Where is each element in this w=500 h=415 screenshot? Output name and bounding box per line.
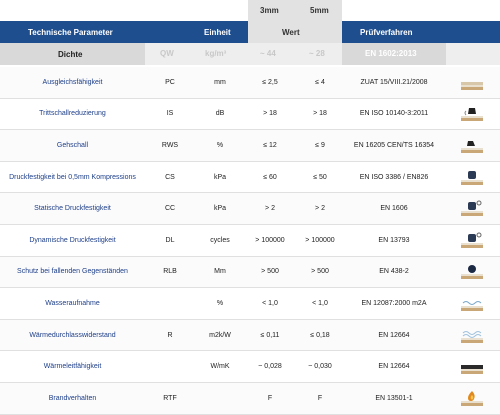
cell-v3: ~ 0,028 xyxy=(258,363,282,371)
cell-code: CS xyxy=(165,173,175,181)
cell-v3: ≤ 2,5 xyxy=(262,78,278,86)
cell-method: EN 12664 xyxy=(378,331,410,339)
cell-v3: > 500 xyxy=(261,268,279,276)
cell-v5: > 18 xyxy=(313,110,327,118)
cell-v5: < 1,0 xyxy=(312,300,328,307)
cell-method: EN ISO 10140-3:2011 xyxy=(359,110,429,118)
cell-unit: dB xyxy=(215,110,225,118)
cell-v3: > 2 xyxy=(265,205,275,213)
cell-code: RWS xyxy=(161,142,179,149)
cell-v3: > 18 xyxy=(263,110,277,118)
water-absorption-icon xyxy=(461,295,483,313)
cell-name: Statische Druckfestigkeit xyxy=(34,205,111,213)
walking-sound-icon xyxy=(461,137,483,155)
cell-code: R xyxy=(167,331,173,339)
cell-v5: ≤ 50 xyxy=(313,173,327,181)
cell-v3: < 1,0 xyxy=(262,300,278,307)
subheader-code: QW xyxy=(160,49,174,58)
cell-v3: > 100000 xyxy=(255,236,285,244)
compression-weight-icon xyxy=(461,169,483,187)
cell-unit: kPa xyxy=(213,205,227,213)
dynamic-load-icon xyxy=(461,232,483,250)
cell-v3: ≤ 60 xyxy=(263,173,277,181)
cell-v5: F xyxy=(317,394,323,402)
cell-method: EN 16205 CEN/TS 16354 xyxy=(353,142,435,149)
cell-name: Schutz bei fallenden Gegenständen xyxy=(17,268,128,276)
cell-method: EN 438-2 xyxy=(379,268,409,276)
impact-sound-icon xyxy=(461,105,483,123)
cell-name: Ausgleichsfähigkeit xyxy=(42,78,103,86)
cell-unit: m2k/W xyxy=(209,331,231,339)
cell-unit: Mm xyxy=(214,268,226,276)
cell-code: DL xyxy=(165,236,175,244)
cell-name: Wärmedurchlasswiderstand xyxy=(29,331,116,339)
cell-method: EN 12087:2000 m2A xyxy=(361,300,427,307)
cell-v5: > 2 xyxy=(315,205,325,213)
subheader-name: Dichte xyxy=(58,50,83,59)
cell-method: EN 1606 xyxy=(380,205,408,213)
subheader-method: EN 1602:2013 xyxy=(365,49,417,58)
cell-v5: ≤ 9 xyxy=(315,142,325,149)
cell-name: Trittschallreduzierung xyxy=(39,110,106,118)
cell-unit: % xyxy=(216,300,224,307)
header-unit: Einheit xyxy=(204,28,231,37)
cell-unit: kPa xyxy=(213,173,227,181)
cell-code: PC xyxy=(165,78,175,86)
cell-method: EN 12664 xyxy=(378,363,410,371)
fire-icon xyxy=(461,390,483,408)
cell-name: Gehschall xyxy=(56,142,89,149)
falling-ball-icon xyxy=(461,263,483,281)
cell-name: Druckfestigkeit bei 0,5mm Kompressions xyxy=(9,173,136,181)
cell-method: ZUAT 15/VIII.21/2008 xyxy=(360,78,428,86)
cell-name: Brandverhalten xyxy=(48,394,97,402)
cell-name: Wasseraufnahme xyxy=(45,300,100,307)
heat-resistance-icon xyxy=(461,327,483,345)
cell-unit: cycles xyxy=(210,236,230,244)
static-load-icon xyxy=(461,200,483,218)
cell-name: Wärmeleitfähigkeit xyxy=(43,363,102,371)
cell-v5: ≤ 4 xyxy=(315,78,325,86)
cell-unit: W/mK xyxy=(210,363,230,371)
col-5mm-label: 5mm xyxy=(310,6,329,15)
header-param: Technische Parameter xyxy=(28,28,113,37)
cell-v5: ≤ 0,18 xyxy=(310,331,330,339)
cell-v5: > 500 xyxy=(311,268,329,276)
cell-unit: mm xyxy=(214,78,226,86)
cell-method: EN ISO 3386 / EN826 xyxy=(359,173,429,181)
cell-unit: % xyxy=(216,142,224,149)
cell-v3: F xyxy=(267,394,273,402)
cell-method: EN 13501-1 xyxy=(375,394,413,402)
header-wert: Wert xyxy=(282,28,300,37)
header-method: Prüfverfahren xyxy=(360,28,413,37)
cell-method: EN 13793 xyxy=(378,236,410,244)
cell-v5: > 100000 xyxy=(305,236,335,244)
cell-code: RTF xyxy=(163,394,177,402)
heat-conductivity-icon xyxy=(461,358,483,376)
cell-code: IS xyxy=(166,110,174,118)
cell-v3: ≤ 12 xyxy=(263,142,277,149)
cell-code: CC xyxy=(164,205,176,213)
subheader-v3: ~ 44 xyxy=(260,49,276,58)
leveling-icon xyxy=(461,74,483,92)
cell-v3: ≤ 0,11 xyxy=(260,331,280,339)
cell-name: Dynamische Druckfestigkeit xyxy=(29,236,116,244)
col-3mm-label: 3mm xyxy=(260,6,279,15)
subheader-v5: ~ 28 xyxy=(309,49,325,58)
subheader-unit: kg/m³ xyxy=(205,49,227,58)
cell-code: RLB xyxy=(163,268,177,276)
cell-v5: ~ 0,030 xyxy=(308,363,332,371)
